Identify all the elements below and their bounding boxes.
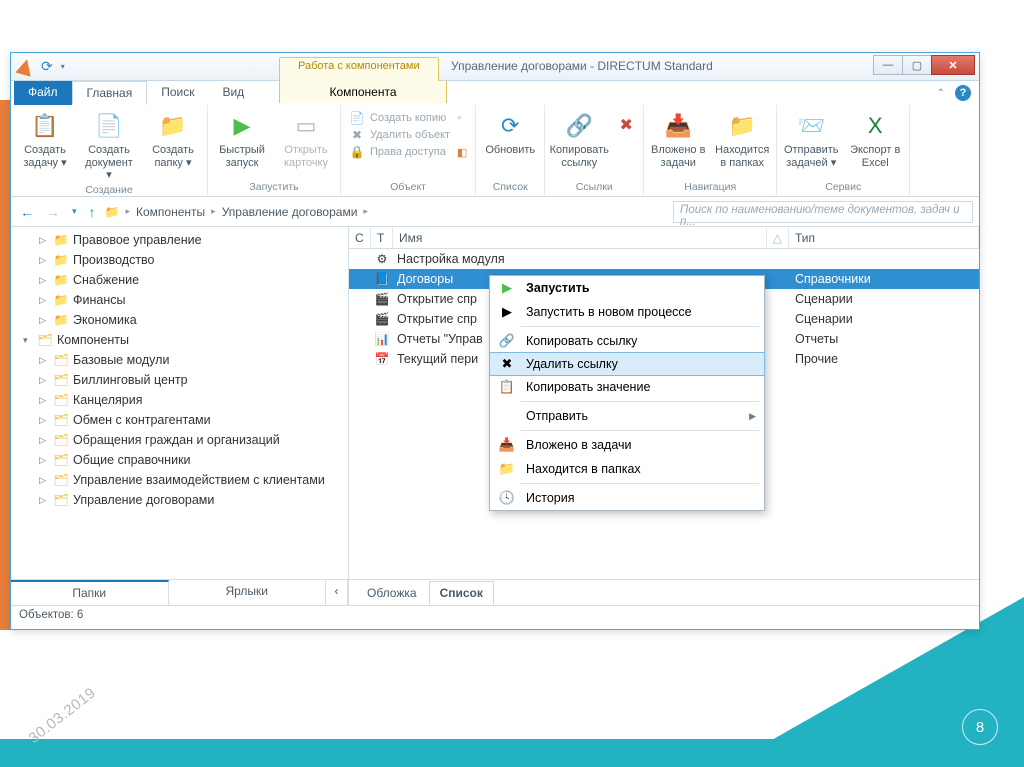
send-task-button[interactable]: 📨Отправить задачей ▾ [781, 108, 841, 171]
create-task-button[interactable]: 📋Создать задачу ▾ [15, 108, 75, 184]
list-header[interactable]: С Т Имя △ Тип [349, 227, 979, 249]
app-logo-icon [15, 57, 35, 77]
close-button[interactable]: ✕ [931, 55, 975, 75]
search-input[interactable]: Поиск по наименованию/теме документов, з… [673, 201, 973, 223]
group-nav-label: Навигация [648, 181, 772, 195]
tree-node[interactable]: ▷📁Правовое управление [11, 230, 348, 250]
tree-node[interactable]: ▷📁Экономика [11, 310, 348, 330]
tree-node[interactable]: ▷🗂Обращения граждан и организаций [11, 430, 348, 450]
minimize-button[interactable]: — [873, 55, 903, 75]
list-row[interactable]: ⚙ Настройка модуля [349, 249, 979, 269]
content-pane: С Т Имя △ Тип ⚙ Настройка модуля 📘 Догов… [349, 227, 979, 605]
tree-node[interactable]: ▷🗂Управление взаимодействием с клиентами [11, 470, 348, 490]
tree-node[interactable]: ▷🗂Обмен с контрагентами [11, 410, 348, 430]
contextual-subtab[interactable]: Компонента [279, 81, 447, 103]
copy-link-button[interactable]: 🔗Копировать ссылку [549, 108, 609, 171]
tree-node[interactable]: ▷📁Производство [11, 250, 348, 270]
nav-fwd-icon[interactable]: → [43, 204, 63, 220]
folder-tree[interactable]: ▷📁Правовое управление▷📁Производство▷📁Сна… [11, 227, 348, 579]
group-run-label: Запустить [212, 181, 336, 195]
contextual-tab[interactable]: Работа с компонентами [279, 57, 439, 81]
tree-node[interactable]: ▷🗂Биллинговый центр [11, 370, 348, 390]
footer-date: 30.03.2019 [26, 684, 100, 747]
nav-dropdown-icon[interactable]: ▾ [69, 206, 80, 217]
ribbon-tabs: Файл Главная Поиск Вид Компонента ⌃ ? [11, 81, 979, 105]
tree-node[interactable]: ▷📁Финансы [11, 290, 348, 310]
sidebar: ▷📁Правовое управление▷📁Производство▷📁Сна… [11, 227, 349, 605]
menu-item[interactable]: ✖ Удалить ссылку [489, 352, 765, 376]
in-tasks-button[interactable]: 📥Вложено в задачи [648, 108, 708, 171]
export-excel-button[interactable]: XЭкспорт в Excel [845, 108, 905, 171]
group-list-label: Список [480, 181, 540, 195]
tab-view[interactable]: Вид [208, 81, 258, 105]
bottom-tab-list[interactable]: Список [429, 581, 494, 605]
quick-run-button[interactable]: ▶Быстрый запуск [212, 108, 272, 171]
qat-dropdown-icon[interactable]: ▾ [61, 62, 65, 71]
group-create-label: Создание [15, 184, 203, 198]
collapse-ribbon-icon[interactable]: ⌃ [937, 88, 945, 99]
help-icon[interactable]: ? [955, 85, 971, 101]
tree-node[interactable]: ▷🗂Базовые модули [11, 350, 348, 370]
window-title: Управление договорами - DIRECTUM Standar… [451, 59, 713, 73]
maximize-button[interactable]: ▢ [902, 55, 932, 75]
refresh-button[interactable]: ⟳Обновить [480, 108, 540, 159]
menu-item[interactable]: ▶ Запустить [490, 276, 764, 300]
menu-item[interactable]: 🔗 Копировать ссылку [490, 329, 764, 353]
nav-up-icon[interactable]: ↑ [86, 204, 99, 220]
breadcrumb-root-icon: 📁 [105, 205, 120, 219]
file-tab[interactable]: Файл [14, 81, 72, 105]
tree-node-components[interactable]: ▾🗂Компоненты [11, 330, 348, 350]
delete-object-button: ✖Удалить объект [349, 127, 467, 143]
tree-node[interactable]: ▷🗂Управление договорами [11, 490, 348, 510]
in-folders-button[interactable]: 📁Находится в папках [712, 108, 772, 171]
create-document-button[interactable]: 📄Создать документ ▾ [79, 108, 139, 184]
side-tab-collapse-icon[interactable]: ‹ [326, 580, 348, 605]
breadcrumb-item[interactable]: Компоненты [136, 205, 205, 219]
titlebar: ⟳ ▾ Работа с компонентами Управление дог… [11, 53, 979, 81]
menu-item[interactable]: 🕓 История [490, 486, 764, 510]
context-menu[interactable]: ▶ Запустить ▶ Запустить в новом процессе… [489, 275, 765, 511]
tab-search[interactable]: Поиск [147, 81, 208, 105]
access-rights-button: 🔒Права доступа◧ [349, 144, 467, 160]
tree-node[interactable]: ▷🗂Общие справочники [11, 450, 348, 470]
group-links-label: Ссылки [549, 181, 639, 195]
create-folder-button[interactable]: 📁Создать папку ▾ [143, 108, 203, 184]
navigation-bar: ← → ▾ ↑ 📁 ▸ Компоненты ▸ Управление дого… [11, 197, 979, 227]
menu-item[interactable]: Отправить ▶ [490, 404, 764, 428]
delete-link-icon[interactable]: ✖ [613, 108, 639, 171]
menu-item[interactable]: 📋 Копировать значение [490, 375, 764, 399]
sort-indicator-icon[interactable]: △ [767, 227, 789, 248]
side-tab-folders[interactable]: Папки [11, 580, 169, 605]
open-card-button: ▭Открыть карточку [276, 108, 336, 171]
menu-item[interactable]: 📁 Находится в папках [490, 457, 764, 481]
status-bar: Объектов: 6 [11, 605, 979, 627]
ribbon: 📋Создать задачу ▾ 📄Создать документ ▾ 📁С… [11, 105, 979, 197]
tab-home[interactable]: Главная [72, 81, 148, 105]
page-number: 8 [962, 709, 998, 745]
qat-refresh-icon[interactable]: ⟳ [41, 58, 53, 75]
copy-object-button: 📄Создать копию▫ [349, 110, 467, 126]
side-tab-shortcuts[interactable]: Ярлыки [169, 580, 327, 605]
menu-item[interactable]: ▶ Запустить в новом процессе [490, 300, 764, 324]
nav-back-icon[interactable]: ← [17, 204, 37, 220]
menu-item[interactable]: 📥 Вложено в задачи [490, 433, 764, 457]
tree-node[interactable]: ▷🗂Канцелярия [11, 390, 348, 410]
group-service-label: Сервис [781, 181, 905, 195]
bottom-tab-cover[interactable]: Обложка [357, 582, 427, 604]
breadcrumb-item[interactable]: Управление договорами [222, 205, 358, 219]
group-object-label: Объект [345, 181, 471, 195]
tree-node[interactable]: ▷📁Снабжение [11, 270, 348, 290]
application-window: ⟳ ▾ Работа с компонентами Управление дог… [10, 52, 980, 630]
